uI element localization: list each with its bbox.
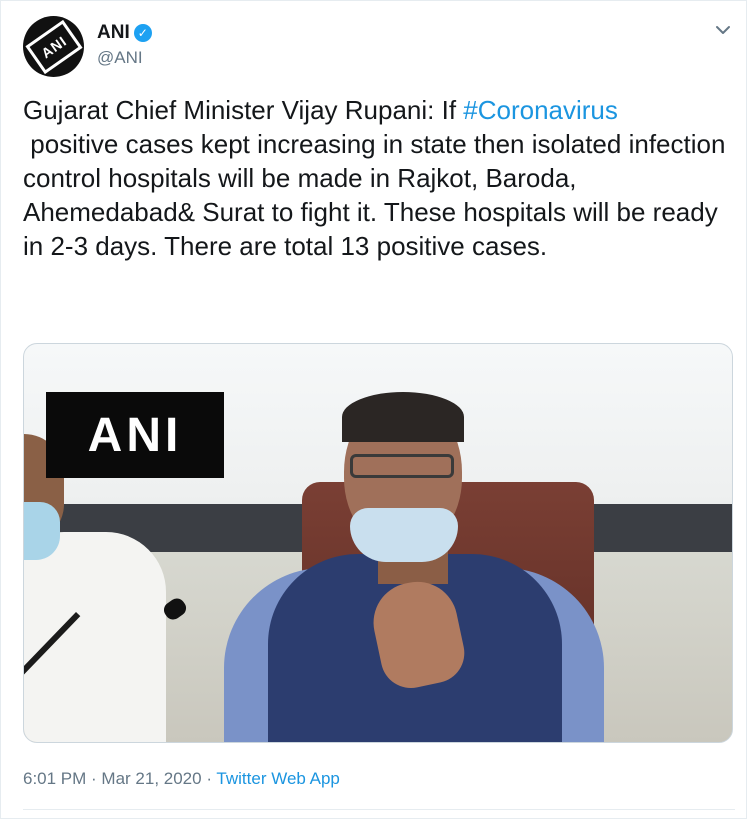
verified-badge-icon: ✓ bbox=[133, 24, 152, 42]
tweet-date[interactable]: Mar 21, 2020 bbox=[101, 769, 201, 788]
meta-separator-2: · bbox=[201, 769, 217, 788]
tweet-text-intro: Gujarat Chief Minister Vijay Rupani: If bbox=[23, 95, 464, 125]
divider bbox=[23, 809, 735, 810]
tweet-source-link[interactable]: Twitter Web App bbox=[216, 769, 339, 788]
avatar[interactable]: ANI bbox=[23, 16, 84, 77]
hashtag-link[interactable]: #Coronavirus bbox=[463, 95, 618, 125]
tweet-photo[interactable]: ANI bbox=[23, 343, 733, 743]
left-person-mask bbox=[24, 502, 60, 560]
tweet-text-body: positive cases kept increasing in state … bbox=[23, 129, 726, 261]
tweet-text: Gujarat Chief Minister Vijay Rupani: If … bbox=[23, 93, 735, 263]
ani-watermark-logo: ANI bbox=[46, 392, 224, 478]
user-handle[interactable]: @ANI bbox=[97, 48, 143, 68]
left-person-shirt bbox=[24, 532, 166, 742]
display-name[interactable]: ANI bbox=[97, 22, 130, 44]
tweet-time[interactable]: 6:01 PM bbox=[23, 769, 86, 788]
tweet-header: ANI ANI ✓ @ANI bbox=[23, 16, 735, 78]
meta-separator: · bbox=[86, 769, 102, 788]
name-row[interactable]: ANI ✓ bbox=[97, 22, 152, 44]
speaker-face-mask bbox=[350, 508, 458, 562]
tweet-meta: 6:01 PM · Mar 21, 2020 · Twitter Web App bbox=[23, 769, 340, 789]
ani-avatar-logo: ANI bbox=[24, 19, 83, 74]
tweet-card: ANI ANI ✓ @ANI Gujarat Chief Minister Vi… bbox=[0, 0, 747, 819]
speaker-glasses bbox=[350, 454, 454, 478]
chevron-down-icon[interactable] bbox=[713, 20, 733, 40]
speaker-hair bbox=[342, 392, 464, 442]
